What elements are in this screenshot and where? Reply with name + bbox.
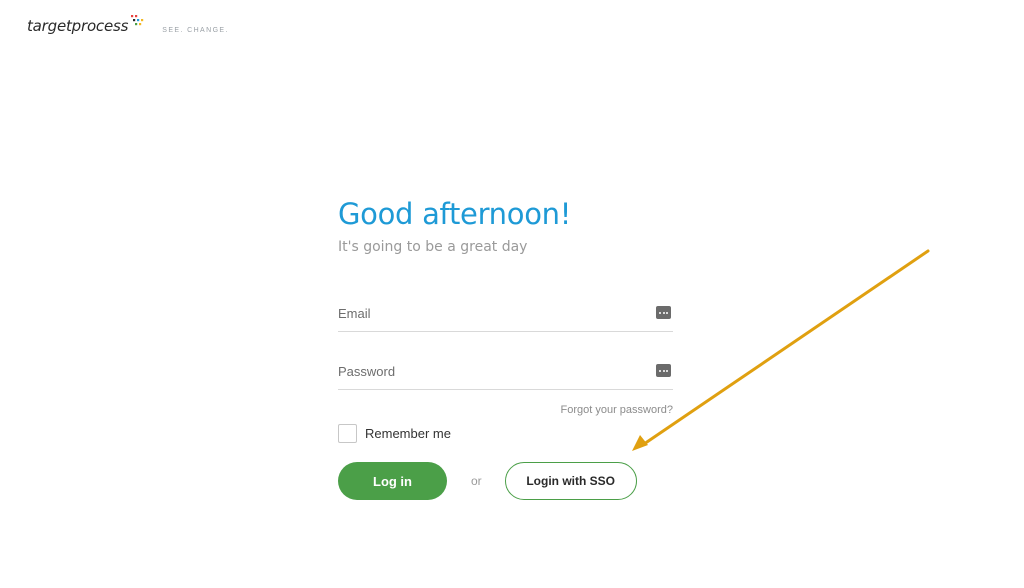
password-field[interactable] [338,354,673,389]
brand: targetprocess SEE. CHANGE. [27,14,229,36]
forgot-password-link[interactable]: Forgot your password? [561,404,674,416]
actions-row: Log in or Login with SSO [338,462,673,500]
remember-me-checkbox[interactable] [338,423,357,443]
brand-tagline: SEE. CHANGE. [162,27,229,34]
email-field-wrapper [338,296,673,332]
greeting-subtitle: It's going to be a great day [338,239,528,255]
email-field[interactable] [338,296,673,331]
login-form: Good afternoon! It's going to be a great… [338,195,673,500]
ellipsis-icon[interactable] [656,364,671,377]
password-field-wrapper [338,354,673,390]
or-separator: or [471,474,482,488]
ellipsis-icon[interactable] [656,306,671,319]
remember-me-row: Remember me [338,421,673,445]
annotation-arrow-shaft [642,249,930,446]
forgot-row: Forgot your password? [338,402,674,417]
login-button[interactable]: Log in [338,462,447,500]
remember-me-label[interactable]: Remember me [365,426,451,441]
targetprocess-logo-icon [131,15,144,26]
login-sso-button[interactable]: Login with SSO [504,462,637,500]
greeting-title: Good afternoon! [338,197,572,231]
brand-name: targetprocess [27,17,129,35]
